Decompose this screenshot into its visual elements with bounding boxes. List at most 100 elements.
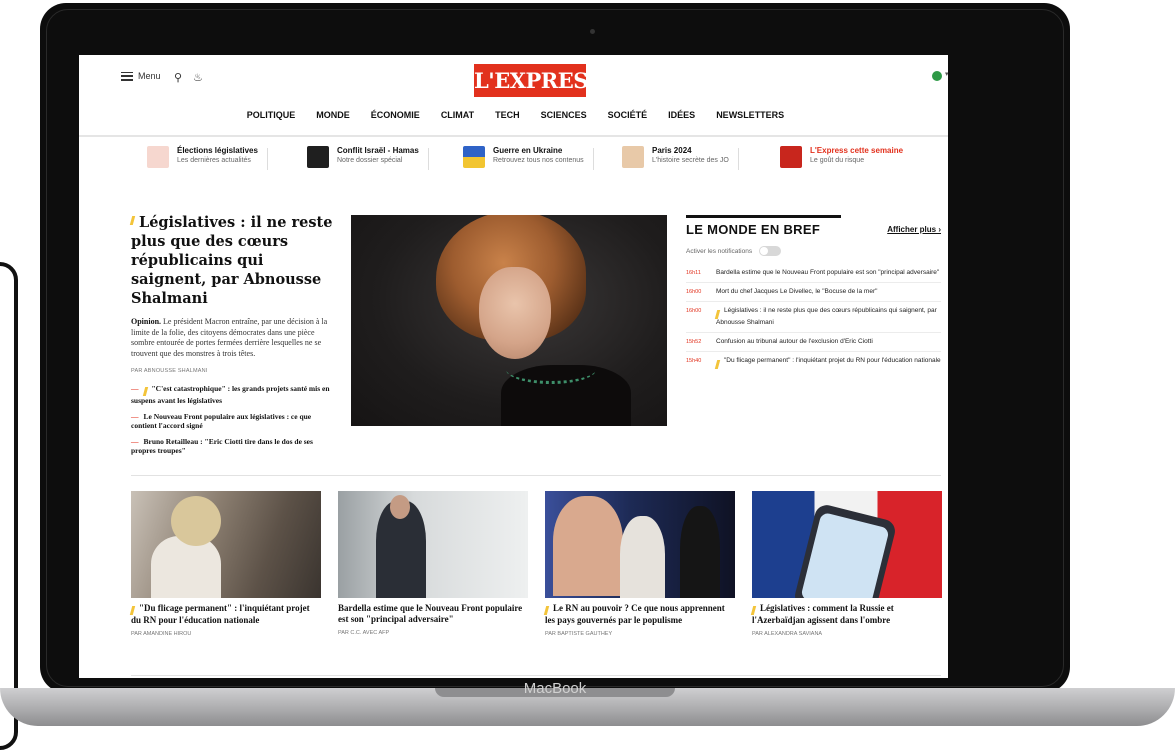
article-image [131,491,321,598]
lead-headline[interactable]: Législatives : il ne reste plus que des … [129,213,336,308]
menu-button[interactable]: Menu [121,71,161,81]
brief-item[interactable]: 16h11 Bardella estime que le Nouveau Fron… [686,264,941,283]
brief-item[interactable]: 15h40 "Du flicage permanent" : l'inquiéta… [686,352,941,374]
nav-item-monde[interactable]: MONDE [312,110,350,136]
tablet-edge [0,262,18,750]
related-link[interactable]: — Bruno Retailleau : "Eric Ciotti tire da… [131,437,336,456]
device-brand-label: MacBook [523,680,587,697]
brief-item[interactable]: 15h52 Confusion au tribunal autour de l'e… [686,333,941,352]
nav-divider [79,135,948,137]
brief-text: Bardella estime que le Nouveau Front pop… [716,269,940,276]
hero-portrait-image[interactable] [351,215,667,426]
account-icon[interactable] [932,71,942,81]
quicklink-paris-2024[interactable]: Paris 2024 L'histoire secrète des JO [622,146,739,176]
article-title: Le RN au pouvoir ? Ce que nous apprennen… [543,603,725,625]
search-icon[interactable]: ⚲ [174,71,182,84]
nav-item-newsletters[interactable]: NEWSLETTERS [712,110,784,136]
article-byline: PAR ALEXANDRA SAVIANA [752,631,823,637]
israel-hamas-thumb [307,146,329,168]
menu-label: Menu [138,71,161,81]
quicklink-title: Conflit Israël - Hamas [337,146,419,155]
brief-time: 15h40 [686,358,702,364]
news-brief-panel: LE MONDE EN BREF Afficher plus › Activer… [686,215,941,374]
article-card[interactable]: Le RN au pouvoir ? Ce que nous apprennen… [543,491,735,637]
article-card[interactable]: Législatives : comment la Russie et l'Az… [750,491,942,637]
brief-text: Confusion au tribunal autour de l'exclus… [716,338,873,345]
brief-time: 16h00 [686,308,702,314]
premium-tick-icon [129,606,136,615]
elections-thumb [147,146,169,168]
article-image [545,491,735,598]
related-link-text: Bruno Retailleau : "Eric Ciotti tire dan… [131,436,313,456]
brief-item[interactable]: 16h00 Mort du chef Jacques Le Divellec, l… [686,283,941,302]
nav-item-climat[interactable]: CLIMAT [437,110,474,136]
lead-byline: PAR ABNOUSSE SHALMANI [131,368,208,374]
notifications-label: Activer les notifications [686,247,753,255]
premium-tick-icon [714,360,721,369]
brief-text: Législatives : il ne reste plus que des … [714,307,937,326]
nav-item-tech[interactable]: TECH [491,110,520,136]
lead-headline-text: Législatives : il ne reste plus que des … [131,214,333,307]
premium-tick-icon [129,216,136,225]
nav-item-societe[interactable]: SOCIÉTÉ [604,110,648,136]
quicklink-subtitle: L'histoire secrète des JO [652,157,729,164]
quicklink-ukraine[interactable]: Guerre en Ukraine Retrouvez tous nos cont… [463,146,594,176]
nav-item-politique[interactable]: POLITIQUE [243,110,296,136]
article-byline: PAR C.C. AVEC AFP [338,630,390,636]
quicklink-subtitle: Les dernières actualités [177,157,251,164]
camera-dot [590,29,595,34]
premium-tick-icon [750,606,757,615]
article-card[interactable]: Bardella estime que le Nouveau Front pop… [338,491,528,636]
brief-item[interactable]: 16h00 Législatives : il ne reste plus que… [686,302,941,333]
lead-description: Opinion. Le président Macron entraîne, p… [131,317,336,359]
brief-time: 16h11 [686,270,701,276]
notifications-row: Activer les notifications [686,246,941,256]
main-navigation: POLITIQUE MONDE ÉCONOMIE CLIMAT TECH SCI… [79,110,948,136]
article-title: Bardella estime que le Nouveau Front pop… [338,603,523,624]
quicklink-israel-hamas[interactable]: Conflit Israël - Hamas Notre dossier spéc… [307,146,429,176]
article-title: "Du flicage permanent" : l'inquiétant pr… [129,603,310,625]
lead-description-text: Le président Macron entraîne, par une dé… [131,317,328,358]
article-byline: PAR BAPTISTE GAUTHEY [545,631,613,637]
brief-title: LE MONDE EN BREF [686,222,821,237]
chevron-down-icon[interactable]: ▾ [945,70,948,78]
related-link-text: "C'est catastrophique" : les grands proj… [131,384,330,405]
quicklink-title: Guerre en Ukraine [493,146,563,155]
hamburger-icon [121,71,133,81]
quicklink-subtitle: Le goût du risque [810,157,865,164]
site-header: Menu ⚲ ♨ L'EXPRESS ▾ [79,55,948,105]
brief-text: "Du flicage permanent" : l'inquiétant pr… [714,357,941,369]
bell-icon[interactable]: ♨ [193,71,203,84]
show-more-link[interactable]: Afficher plus › [887,225,941,234]
related-link[interactable]: — "C'est catastrophique" : les grands pro… [131,384,336,406]
quicklink-elections[interactable]: Élections législatives Les dernières actu… [147,146,268,176]
premium-tick-icon [142,387,148,396]
related-link[interactable]: — Le Nouveau Front populaire aux législat… [131,412,336,431]
bottom-divider [131,675,941,676]
lead-kicker: Opinion. [131,317,162,326]
article-title: Législatives : comment la Russie et l'Az… [750,603,894,625]
browser-screen: Menu ⚲ ♨ L'EXPRESS ▾ POLITIQUE MONDE ÉCO… [79,55,948,678]
quicklink-title: Paris 2024 [652,146,692,155]
ukraine-flag-thumb [463,146,485,168]
nav-item-sciences[interactable]: SCIENCES [537,110,587,136]
paris-2024-thumb [622,146,644,168]
quicklinks-bar: Élections législatives Les dernières actu… [147,146,947,176]
article-card[interactable]: "Du flicage permanent" : l'inquiétant pr… [129,491,321,637]
quicklink-subtitle: Notre dossier spécial [337,157,403,164]
brief-list: 16h11 Bardella estime que le Nouveau Fron… [686,264,941,374]
magazine-cover-thumb [780,146,802,168]
related-link-text: Le Nouveau Front populaire aux législati… [131,411,312,431]
quicklink-subtitle: Retrouvez tous nos contenus [493,157,584,164]
nav-item-economie[interactable]: ÉCONOMIE [367,110,420,136]
related-links: — "C'est catastrophique" : les grands pro… [131,384,336,456]
site-logo[interactable]: L'EXPRESS [474,64,603,97]
brief-text: Mort du chef Jacques Le Divellec, le "Bo… [716,288,878,295]
section-divider [131,475,941,476]
notifications-toggle[interactable] [759,246,782,256]
brief-time: 16h00 [686,289,702,295]
quicklink-title: Élections législatives [177,146,258,155]
quicklink-weekly-issue[interactable]: L'Express cette semaine Le goût du risque [780,146,903,176]
nav-item-idees[interactable]: IDÉES [664,110,695,136]
article-image [752,491,942,598]
